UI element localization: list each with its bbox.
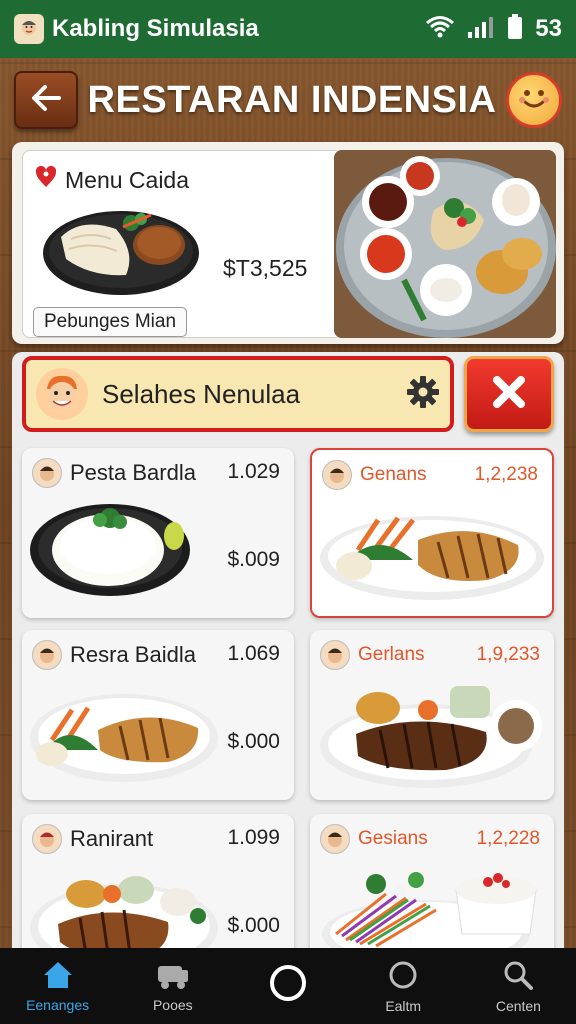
heart-location-icon: [35, 165, 57, 195]
nav-label: Pooes: [152, 996, 193, 1013]
menu-item-name: Pesta Bardla: [70, 460, 196, 485]
menu-item-name: Ranirant: [70, 826, 154, 851]
circle-outline-icon: [387, 959, 419, 994]
featured-info: Menu Caida $T3,525 Pebunges Mian: [22, 150, 342, 338]
featured-heading: Menu Caida: [35, 165, 189, 195]
menu-item-price: $.009: [227, 548, 280, 571]
status-app-name: Kabling Simulasia: [52, 15, 259, 42]
avatar: [320, 824, 350, 854]
search-text[interactable]: Selahes Nenulaa: [102, 379, 406, 410]
featured-platter-image: [334, 150, 556, 338]
home-icon: [42, 960, 74, 993]
menu-card[interactable]: Resra Baidla 1.069 $.000: [22, 630, 294, 800]
menu-item-count: 1.029: [227, 460, 280, 483]
menu-item-count: 1,2,228: [476, 828, 540, 849]
close-button[interactable]: [464, 356, 554, 432]
avatar: [32, 458, 62, 488]
menu-item-name: Genans: [360, 464, 427, 485]
grilled-fish-image: [28, 670, 218, 791]
avatar: [322, 460, 352, 490]
page-title: RESTARAN INDENSIA: [87, 78, 497, 121]
featured-tag-button[interactable]: Pebunges Mian: [33, 307, 188, 337]
featured-card[interactable]: Menu Caida $T3,525 Pebunges Mian: [12, 142, 564, 344]
grilled-meat-platter-image: [28, 854, 218, 972]
featured-price: $T3,525: [223, 255, 308, 281]
menu-item-name: Gesians: [358, 828, 428, 849]
menu-item-name: Gerlans: [358, 644, 425, 665]
menu-item-name: Resra Baidla: [70, 642, 196, 667]
nav-item-ealtm[interactable]: Ealtm: [346, 948, 461, 1024]
bottom-navigation: Eenanges Pooes Ealtm Centen: [0, 948, 576, 1024]
salad-rice-image: [316, 854, 552, 968]
cart-icon: [156, 960, 190, 993]
nav-item-orders[interactable]: Pooes: [115, 948, 230, 1024]
arrow-left-icon: [29, 84, 63, 117]
nav-item-home[interactable]: Eenanges: [0, 948, 115, 1024]
rice-dish-image: [28, 488, 198, 605]
app-header: RESTARAN INDENSIA: [0, 58, 576, 142]
menu-item-count: 1.099: [227, 826, 280, 849]
nav-item-center[interactable]: [230, 948, 345, 1024]
menu-card[interactable]: Pesta Bardla 1.029 $.009: [22, 448, 294, 618]
grilled-chicken-image: [318, 490, 548, 611]
app-icon: [14, 14, 44, 44]
back-button[interactable]: [14, 71, 78, 129]
menu-item-count: 1,2,238: [474, 464, 538, 485]
nav-item-search[interactable]: Centen: [461, 948, 576, 1024]
avatar: [32, 640, 62, 670]
menu-item-count: 1.069: [227, 642, 280, 665]
menu-panel: Selahes Nenulaa Pesta Bardla 1.029 $.009…: [12, 352, 564, 984]
avatar: [320, 640, 350, 670]
search-bar[interactable]: Selahes Nenulaa: [22, 356, 454, 432]
grilled-steak-image: [316, 670, 546, 795]
nav-label: Eenanges: [26, 996, 90, 1013]
nav-label: Centen: [495, 997, 541, 1014]
status-bar: Kabling Simulasia 53: [0, 0, 576, 58]
gear-icon[interactable]: [406, 375, 440, 414]
menu-card-selected[interactable]: Genans 1,2,238: [310, 448, 554, 618]
battery-icon: [507, 13, 523, 45]
menu-item-count: 1,9,233: [476, 644, 540, 665]
signal-icon: [467, 15, 495, 44]
wifi-icon: [425, 15, 455, 44]
circle-icon: [268, 963, 308, 1006]
close-icon: [489, 372, 529, 417]
mascot-button[interactable]: [506, 72, 562, 128]
featured-dish-image: [41, 197, 201, 302]
chef-avatar-icon: [36, 368, 88, 420]
menu-card[interactable]: Gerlans 1,9,233: [310, 630, 554, 800]
featured-title: Menu Caida: [65, 166, 190, 193]
smiley-mascot-icon: [514, 78, 554, 123]
menu-item-price: $.000: [227, 914, 280, 937]
status-time: 53: [535, 15, 562, 42]
menu-item-price: $.000: [227, 730, 280, 753]
avatar: [32, 824, 62, 854]
nav-label: Ealtm: [385, 997, 422, 1014]
search-icon: [502, 959, 534, 994]
